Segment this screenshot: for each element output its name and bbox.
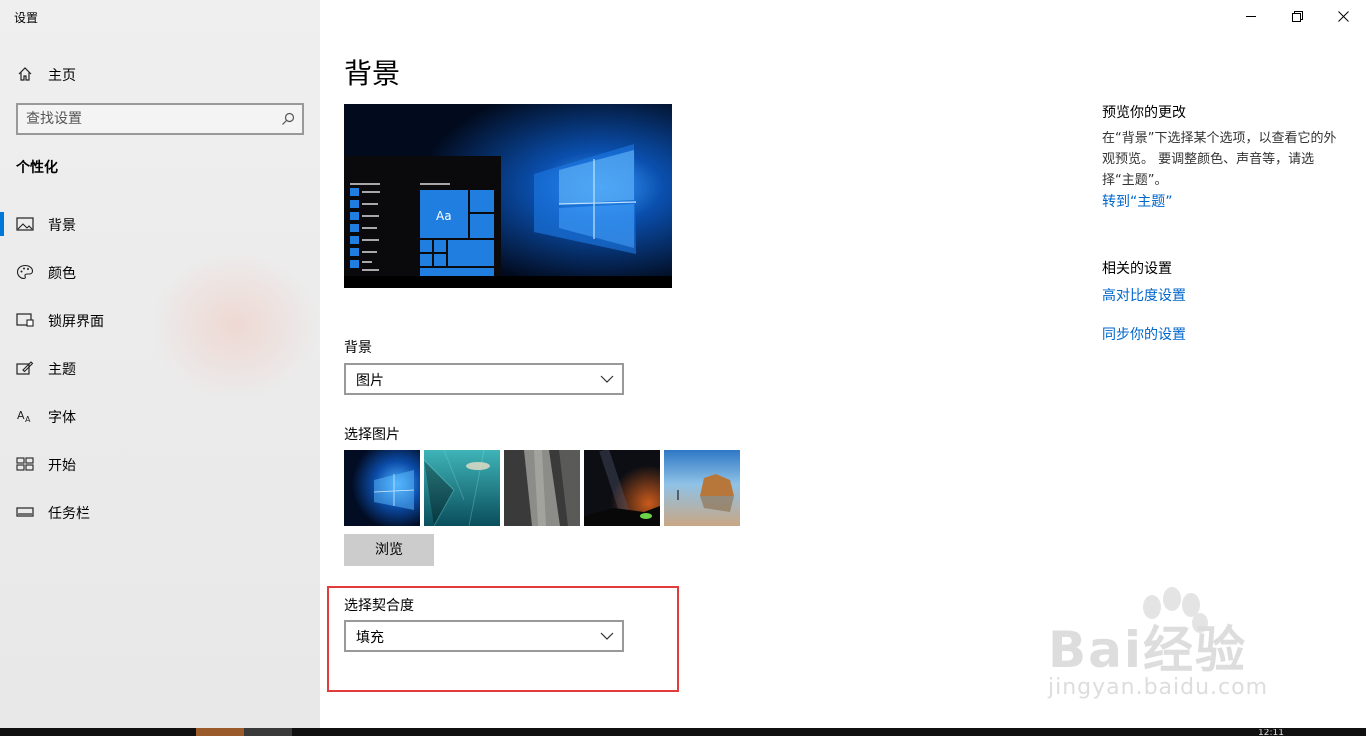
sidebar-item-lock-screen[interactable]: 锁屏界面 bbox=[0, 300, 320, 340]
thumbnail-image bbox=[424, 450, 500, 526]
sidebar-item-label: 开始 bbox=[48, 458, 76, 474]
sidebar-item-label: 字体 bbox=[48, 410, 76, 426]
picture-thumbnail-night-sky[interactable] bbox=[584, 450, 660, 526]
taskbar-app-button[interactable] bbox=[244, 728, 292, 736]
preview-changes-text: 在“背景”下选择某个选项，以查看它的外观预览。 要调整颜色、声音等，请选择“主题… bbox=[1102, 131, 1337, 188]
sidebar-item-label: 主题 bbox=[48, 362, 76, 378]
picture-thumbnail-rock[interactable] bbox=[504, 450, 580, 526]
page-title: 背景 bbox=[344, 57, 401, 90]
minimize-button[interactable] bbox=[1228, 0, 1274, 32]
sidebar-item-label: 锁屏界面 bbox=[48, 314, 104, 330]
fit-label: 选择契合度 bbox=[344, 598, 414, 614]
restore-button[interactable] bbox=[1274, 0, 1320, 32]
taskbar-clock[interactable]: 12:11 bbox=[1258, 729, 1284, 736]
minimize-icon bbox=[1246, 16, 1256, 17]
lock-screen-icon bbox=[16, 313, 34, 327]
go-to-themes-link[interactable]: 转到“主题” bbox=[1102, 191, 1173, 211]
fit-dropdown[interactable]: 填充 bbox=[344, 620, 624, 652]
nav-home-label: 主页 bbox=[48, 68, 76, 84]
background-dropdown-value: 图片 bbox=[356, 373, 384, 389]
section-title: 个性化 bbox=[16, 160, 58, 176]
theme-brush-icon bbox=[16, 361, 34, 375]
restore-icon bbox=[1291, 10, 1303, 22]
nav-home[interactable]: 主页 bbox=[0, 60, 320, 88]
watermark-url: jingyan.baidu.com bbox=[1048, 675, 1269, 700]
chevron-down-icon bbox=[600, 375, 614, 383]
sidebar-item-background[interactable]: 背景 bbox=[0, 204, 320, 244]
thumbnail-image bbox=[344, 450, 420, 526]
picture-thumbnail-beach[interactable] bbox=[664, 450, 740, 526]
settings-window: 设置 主页 个性化 背景 bbox=[0, 0, 1366, 728]
thumbnail-image bbox=[664, 450, 740, 526]
picture-thumbnail-underwater[interactable] bbox=[424, 450, 500, 526]
background-label: 背景 bbox=[344, 340, 372, 356]
sidebar-item-label: 颜色 bbox=[48, 266, 76, 282]
browse-button[interactable]: 浏览 bbox=[344, 534, 434, 566]
sidebar-item-fonts[interactable]: A A 字体 bbox=[0, 396, 320, 436]
active-indicator bbox=[0, 212, 4, 236]
sidebar-item-themes[interactable]: 主题 bbox=[0, 348, 320, 388]
related-settings-title: 相关的设置 bbox=[1102, 261, 1172, 277]
thumbnail-image bbox=[584, 450, 660, 526]
sidebar-item-colors[interactable]: 颜色 bbox=[0, 252, 320, 292]
chevron-down-icon bbox=[600, 632, 614, 640]
fit-dropdown-value: 填充 bbox=[356, 630, 384, 646]
image-icon bbox=[16, 217, 34, 231]
svg-text:A: A bbox=[17, 409, 25, 422]
start-grid-icon bbox=[16, 457, 34, 471]
background-dropdown[interactable]: 图片 bbox=[344, 363, 624, 395]
preview-changes-title: 预览你的更改 bbox=[1102, 105, 1186, 121]
search-icon[interactable] bbox=[281, 112, 295, 126]
preview-tile-text: Aa bbox=[436, 209, 452, 223]
sidebar-item-start[interactable]: 开始 bbox=[0, 444, 320, 484]
taskbar-app-button[interactable] bbox=[196, 728, 244, 736]
choose-picture-label: 选择图片 bbox=[344, 427, 400, 443]
close-icon bbox=[1337, 10, 1349, 22]
sidebar-item-taskbar[interactable]: 任务栏 bbox=[0, 492, 320, 532]
background-preview: Aa bbox=[344, 104, 672, 288]
search-box[interactable] bbox=[16, 103, 304, 135]
sync-settings-link[interactable]: 同步你的设置 bbox=[1102, 324, 1186, 344]
thumbnail-image bbox=[504, 450, 580, 526]
close-button[interactable] bbox=[1320, 0, 1366, 32]
sidebar-item-label: 任务栏 bbox=[48, 506, 90, 522]
palette-icon bbox=[16, 264, 34, 280]
taskbar-icon bbox=[16, 507, 34, 517]
picture-thumbnail-windows[interactable] bbox=[344, 450, 420, 526]
font-icon: A A bbox=[17, 409, 31, 424]
app-title: 设置 bbox=[14, 11, 39, 25]
sidebar-item-label: 背景 bbox=[48, 218, 76, 234]
svg-text:A: A bbox=[25, 415, 31, 424]
home-icon bbox=[18, 67, 32, 81]
high-contrast-link[interactable]: 高对比度设置 bbox=[1102, 285, 1186, 305]
search-input[interactable] bbox=[26, 109, 276, 129]
watermark-brand: Bai经验 bbox=[1048, 621, 1247, 679]
preview-image: Aa bbox=[344, 104, 672, 288]
sidebar: 设置 主页 个性化 背景 bbox=[0, 0, 320, 728]
